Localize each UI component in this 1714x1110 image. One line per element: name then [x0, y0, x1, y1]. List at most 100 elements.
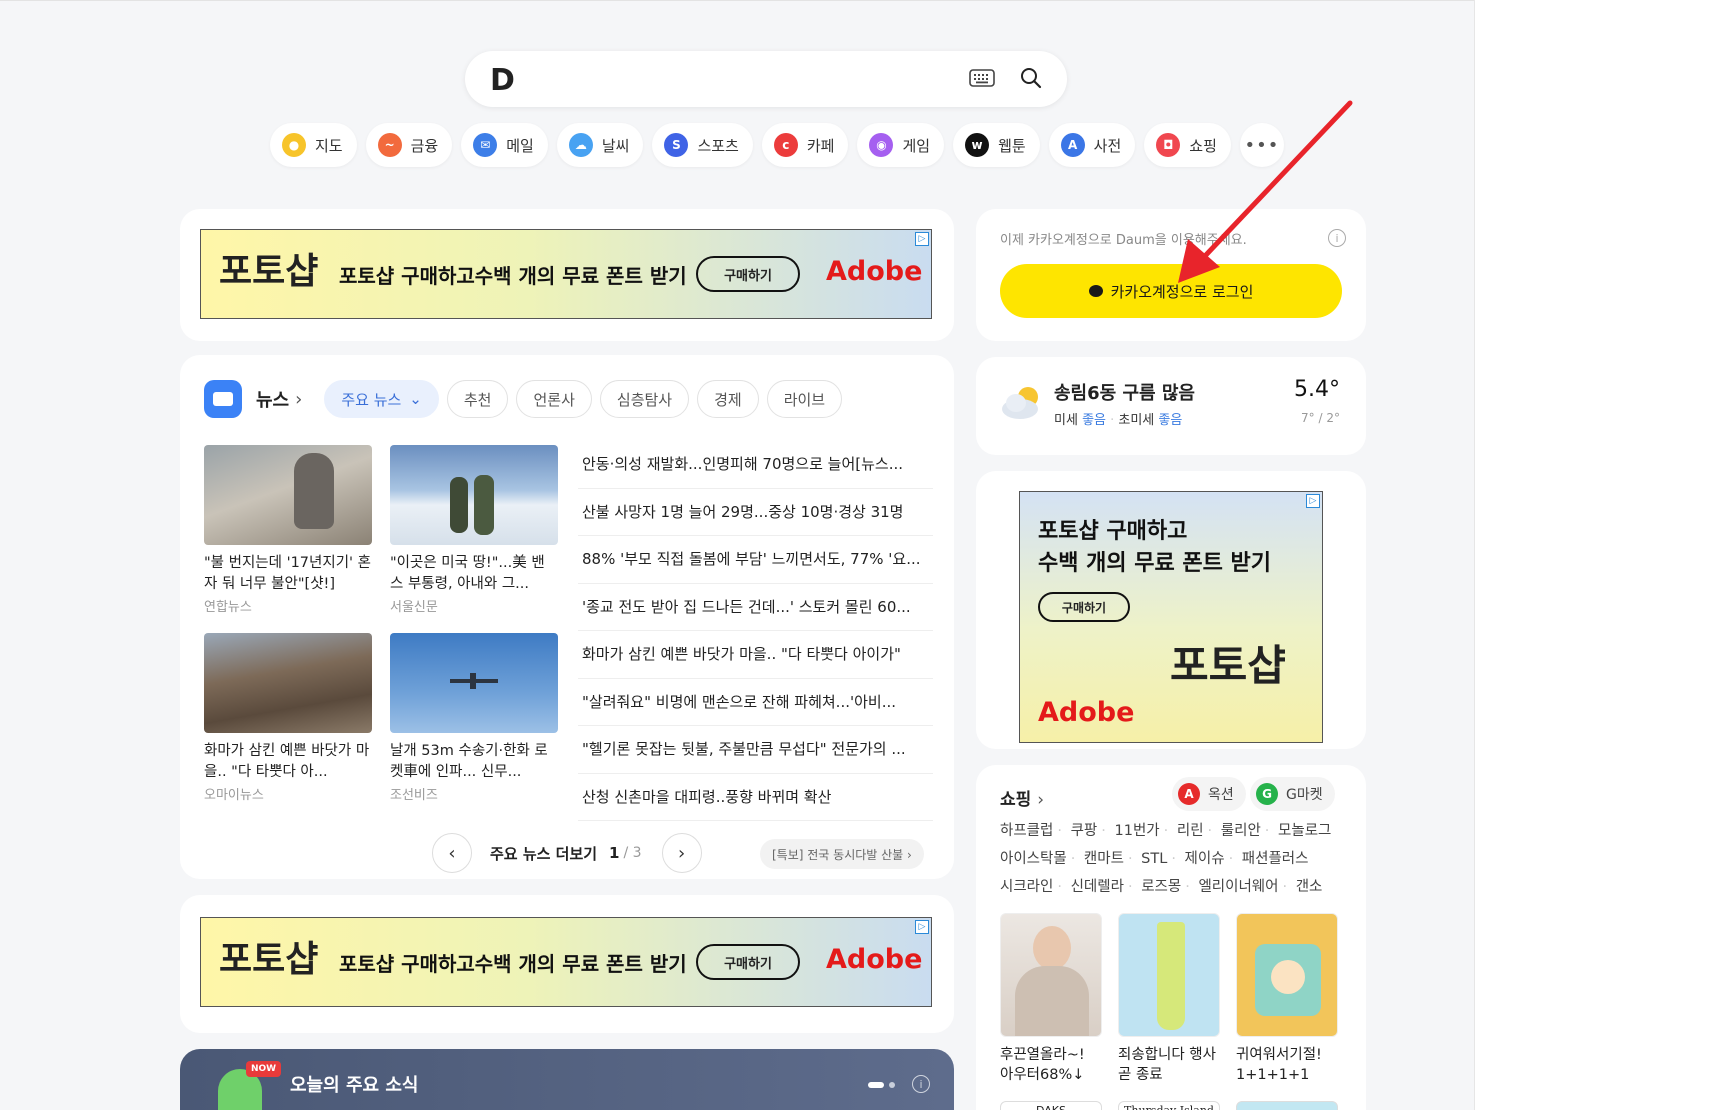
news-thumb-item[interactable]: "불 번지는데 '17년지기' 혼자 둬 너무 불안"[샷!] 연합뉴스: [204, 445, 372, 615]
headline-item[interactable]: "살려줘요" 비명에 맨손으로 잔해 파헤쳐...'아비...: [578, 679, 933, 726]
search-icon[interactable]: [1019, 66, 1043, 90]
photoshop-ad-banner[interactable]: 포토샵 포토샵 구매하고수백 개의 무료 폰트 받기 구매하기 Adobe ▷: [200, 917, 932, 1007]
headline-item[interactable]: '종교 전도 받아 집 드나든 건데...' 스토커 몰린 60...: [578, 584, 933, 631]
today-news-card[interactable]: NOW 오늘의 주요 소식 i: [180, 1049, 954, 1110]
shortcut-weather[interactable]: ☁ 날씨: [556, 123, 644, 167]
shortcut-sports[interactable]: S 스포츠: [652, 123, 753, 167]
shopping-title[interactable]: 쇼핑 ›: [1000, 785, 1044, 810]
news-thumb-item[interactable]: 날개 53m 수송기·한화 로켓車에 인파... 신무... 조선비즈: [390, 633, 558, 803]
chevron-right-icon[interactable]: ›: [295, 389, 302, 410]
more-services-button[interactable]: •••: [1239, 123, 1284, 167]
shop-link[interactable]: 갠소: [1296, 879, 1323, 895]
product-item[interactable]: 후끈열올라~! 아우터68%↓: [1000, 913, 1102, 1085]
news-icon: [204, 380, 242, 418]
photoshop-side-ad[interactable]: 포토샵 구매하고 수백 개의 무료 폰트 받기 구매하기 포토샵 Adobe ▷: [1019, 491, 1323, 743]
news-card: 뉴스 › 주요 뉴스 ⌄ 추천 언론사 심층탐사 경제 라이브 "불 번지는데 '…: [180, 355, 954, 879]
news-thumb-item[interactable]: 화마가 삼킨 예쁜 바닷가 마을.. "다 타뿟다 아... 오마이뉴스: [204, 633, 372, 803]
news-title[interactable]: 뉴스: [256, 386, 289, 412]
weather-location: 송림6동 구름 많음: [1054, 383, 1195, 404]
tab-main-news[interactable]: 주요 뉴스 ⌄: [324, 380, 439, 418]
tab-press[interactable]: 언론사: [516, 380, 592, 418]
product-image: [1118, 913, 1220, 1037]
tab-live[interactable]: 라이브: [766, 380, 843, 418]
adchoices-icon[interactable]: ▷: [1306, 494, 1320, 508]
headline-item[interactable]: "헬기론 못잡는 뒷불, 주불만큼 무섭다" 전문가의 ...: [578, 726, 933, 774]
kakao-login-button[interactable]: 카카오계정으로 로그인: [1000, 264, 1342, 318]
shop-link[interactable]: STL: [1141, 851, 1167, 867]
map-pin-icon: ●: [282, 133, 306, 157]
adobe-brand: Adobe: [826, 256, 923, 287]
shop-link[interactable]: 하프클럽: [1000, 823, 1053, 839]
shop-link[interactable]: 시크라인: [1000, 879, 1053, 895]
auction-logo-icon: A: [1178, 783, 1200, 805]
product-item[interactable]: DAKS: [1000, 1101, 1102, 1110]
shop-link[interactable]: 룰리안: [1221, 823, 1261, 839]
shop-link[interactable]: 신데렐라: [1071, 879, 1124, 895]
shop-link[interactable]: 11번가: [1115, 823, 1160, 839]
gamepad-icon: ◉: [869, 133, 894, 157]
photoshop-ad-banner[interactable]: 포토샵 포토샵 구매하고수백 개의 무료 폰트 받기 구매하기 Adobe ▷: [200, 229, 932, 319]
photoshop-ad-logo: 포토샵: [219, 250, 319, 292]
shortcut-dictionary[interactable]: A 사전: [1048, 123, 1136, 167]
tab-recommended[interactable]: 추천: [446, 380, 509, 418]
product-image: [1000, 913, 1102, 1037]
shop-link[interactable]: 모놀로그: [1278, 823, 1331, 839]
shop-link[interactable]: 로즈몽: [1141, 879, 1181, 895]
auction-link[interactable]: A 옥션: [1172, 777, 1246, 811]
adchoices-icon[interactable]: ▷: [915, 232, 929, 246]
news-thumb-image: [390, 445, 558, 545]
headline-item[interactable]: 안동·의성 재발화...인명피해 70명으로 늘어[뉴스...: [578, 441, 933, 489]
product-item[interactable]: [1236, 1101, 1338, 1110]
chart-icon: ~: [377, 133, 402, 157]
tab-economy[interactable]: 경제: [697, 380, 759, 418]
shop-link[interactable]: 엘리이너웨어: [1198, 879, 1278, 895]
more-news-link[interactable]: 주요 뉴스 더보기: [490, 843, 597, 864]
prev-page-button[interactable]: ‹: [432, 833, 472, 873]
empty-margin: [1474, 0, 1714, 1110]
shop-link[interactable]: 쿠팡: [1071, 823, 1098, 839]
more-dots-icon: •••: [1244, 134, 1280, 156]
shortcut-cafe[interactable]: c 카페: [761, 123, 849, 167]
weather-card[interactable]: 송림6동 구름 많음 미세 좋음 · 초미세 좋음 5.4° 7° / 2°: [976, 357, 1366, 455]
news-thumb-item[interactable]: "이곳은 미국 땅!"...美 밴스 부통령, 아내와 그... 서울신문: [390, 445, 558, 615]
product-item[interactable]: Thursday Island: [1118, 1101, 1220, 1110]
side-ad-buy-button[interactable]: 구매하기: [1038, 592, 1130, 622]
sports-icon: S: [664, 133, 689, 157]
shortcut-webtoon[interactable]: w 웹툰: [953, 123, 1040, 167]
shop-link[interactable]: 캔마트: [1084, 851, 1124, 867]
info-icon[interactable]: i: [1328, 229, 1346, 247]
product-image: [1236, 913, 1338, 1037]
gmarket-link[interactable]: G G마켓: [1250, 777, 1335, 811]
shortcut-mail[interactable]: ✉ 메일: [461, 123, 548, 167]
daum-main-page: D ● 지도 ~ 금융 ✉ 메일 ☁ 날씨 S 스포츠 c 카페 ◉ 게임 w 웹툰 A 사전 ◘…: [0, 0, 1474, 1110]
ad-buy-button[interactable]: 구매하기: [696, 256, 800, 292]
adchoices-icon[interactable]: ▷: [915, 920, 929, 934]
product-item[interactable]: 귀여워서기절! 1+1+1+1: [1236, 913, 1338, 1085]
info-icon[interactable]: i: [912, 1075, 930, 1093]
headline-item[interactable]: 88% '부모 직접 돌봄에 부담' 느끼면서도, 77% '요...: [578, 536, 933, 584]
shortcut-shopping[interactable]: ◘ 쇼핑: [1144, 123, 1231, 167]
headline-item[interactable]: 화마가 삼킨 예쁜 바닷가 마을.. "다 타뿟다 아이가": [578, 631, 933, 679]
side-ad-card: 포토샵 구매하고 수백 개의 무료 폰트 받기 구매하기 포토샵 Adobe ▷: [976, 471, 1366, 749]
ad-buy-button[interactable]: 구매하기: [696, 944, 800, 980]
breaking-news-link[interactable]: [특보] 전국 동시다발 산불 ›: [760, 839, 924, 869]
shop-link[interactable]: 패션플러스: [1242, 851, 1309, 867]
keyboard-icon[interactable]: [969, 69, 995, 87]
headline-item[interactable]: 산청 신촌마을 대피령..풍향 바뀌며 확산: [578, 774, 933, 821]
shop-link[interactable]: 아이스탁몰: [1000, 851, 1067, 867]
now-badge: NOW: [246, 1061, 282, 1077]
service-shortcuts: ● 지도 ~ 금융 ✉ 메일 ☁ 날씨 S 스포츠 c 카페 ◉ 게임 w 웹툰 A 사전 ◘ 쇼핑…: [270, 123, 1293, 167]
headline-item[interactable]: 산불 사망자 1명 늘어 29명...중상 10명·경상 31명: [578, 489, 933, 536]
shortcut-game[interactable]: ◉ 게임: [857, 123, 945, 167]
tab-in-depth[interactable]: 심층탐사: [599, 380, 690, 418]
shortcut-map[interactable]: ● 지도: [270, 123, 357, 167]
search-bar[interactable]: D: [465, 51, 1067, 107]
daum-logo[interactable]: D: [490, 63, 515, 98]
chevron-down-icon: ⌄: [409, 390, 422, 408]
carousel-dots[interactable]: [868, 1082, 896, 1088]
next-page-button[interactable]: ›: [661, 833, 702, 873]
shop-link[interactable]: 제이슈: [1185, 851, 1225, 867]
shop-link[interactable]: 리린: [1177, 823, 1204, 839]
shortcut-finance[interactable]: ~ 금융: [365, 123, 453, 167]
product-item[interactable]: 죄송합니다 행사 곧 종료: [1118, 913, 1220, 1085]
